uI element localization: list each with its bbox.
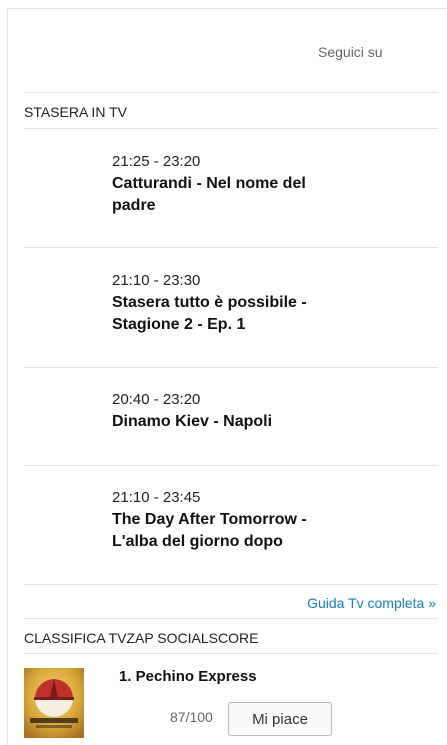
follow-us-label[interactable]: Seguici su <box>318 44 383 60</box>
divider <box>24 92 438 93</box>
like-button[interactable]: Mi piace <box>228 702 332 736</box>
program-time: 21:25 - 23:20 <box>112 153 201 170</box>
program-item[interactable]: 20:40 - 23:20 Dinamo Kiev - Napoli <box>112 390 412 433</box>
divider <box>24 465 438 466</box>
program-title[interactable]: Dinamo Kiev - Napoli <box>112 411 352 433</box>
tonight-section-title: STASERA IN TV <box>24 104 127 120</box>
pechino-express-logo <box>24 668 84 738</box>
program-time: 20:40 - 23:20 <box>112 391 201 408</box>
divider <box>24 618 438 619</box>
program-title[interactable]: The Day After Tomorrow - L'alba del gior… <box>112 509 352 553</box>
ranking-section-title: CLASSIFICA TVZAP SOCIALSCORE <box>24 630 259 646</box>
ranking-show-title[interactable]: 1. Pechino Express <box>119 668 257 685</box>
divider <box>24 367 438 368</box>
show-thumbnail[interactable] <box>24 668 84 738</box>
program-time: 21:10 - 23:45 <box>112 489 201 506</box>
divider <box>24 128 438 129</box>
social-score: 87/100 <box>170 709 213 725</box>
program-item[interactable]: 21:10 - 23:30 Stasera tutto è possibile … <box>112 271 412 336</box>
program-title[interactable]: Stasera tutto è possibile - Stagione 2 -… <box>112 292 352 336</box>
divider <box>24 584 438 585</box>
full-tv-guide-link[interactable]: Guida Tv completa » <box>307 595 436 611</box>
program-time: 21:10 - 23:30 <box>112 272 201 289</box>
program-item[interactable]: 21:25 - 23:20 Catturandi - Nel nome del … <box>112 152 412 217</box>
program-item[interactable]: 21:10 - 23:45 The Day After Tomorrow - L… <box>112 488 412 553</box>
divider <box>24 247 438 248</box>
divider <box>24 653 438 654</box>
program-title[interactable]: Catturandi - Nel nome del padre <box>112 173 352 217</box>
